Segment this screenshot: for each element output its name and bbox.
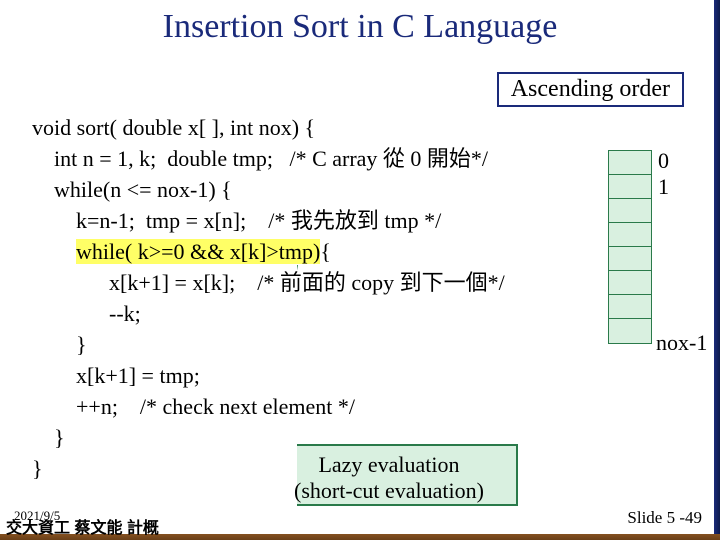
slide-border-right <box>714 0 720 540</box>
code-line-4: k=n-1; tmp = x[n]; /* 我先放到 tmp */ <box>32 208 441 233</box>
array-index-0: 0 <box>658 148 669 174</box>
array-index-1: 1 <box>658 174 669 200</box>
slide-title: Insertion Sort in C Language <box>0 8 720 46</box>
array-cell <box>609 199 651 223</box>
code-line-5a <box>32 239 76 264</box>
ascending-order-box: Ascending order <box>497 72 684 107</box>
slide-number: Slide 5 -49 <box>627 508 702 528</box>
code-line-9: x[k+1] = tmp; <box>32 363 200 388</box>
code-line-1: void sort( double x[ ], int nox) { <box>32 115 315 140</box>
array-cell <box>609 271 651 295</box>
array-diagram <box>608 150 652 344</box>
array-cell <box>609 151 651 175</box>
array-index-last: nox-1 <box>656 330 707 356</box>
code-line-7: --k; <box>32 301 141 326</box>
array-cell <box>609 295 651 319</box>
footer-author: 交大資工 蔡文能 計概 <box>6 514 159 538</box>
callout-text: Lazy evaluation (short-cut evaluation) <box>272 452 506 504</box>
code-line-11: } <box>32 425 65 450</box>
array-cell <box>609 247 651 271</box>
code-line-5-highlight: while( k>=0 && x[k]>tmp) <box>76 239 320 264</box>
code-line-3: while(n <= nox-1) { <box>32 177 232 202</box>
array-cell <box>609 319 651 343</box>
callout-line2: (short-cut evaluation) <box>294 478 484 503</box>
code-line-8: } <box>32 332 87 357</box>
array-cell <box>609 175 651 199</box>
array-cell <box>609 223 651 247</box>
code-line-2: int n = 1, k; double tmp; /* C array 從 0… <box>32 146 488 171</box>
code-line-12: } <box>32 456 43 481</box>
callout-line1: Lazy evaluation <box>318 452 459 477</box>
